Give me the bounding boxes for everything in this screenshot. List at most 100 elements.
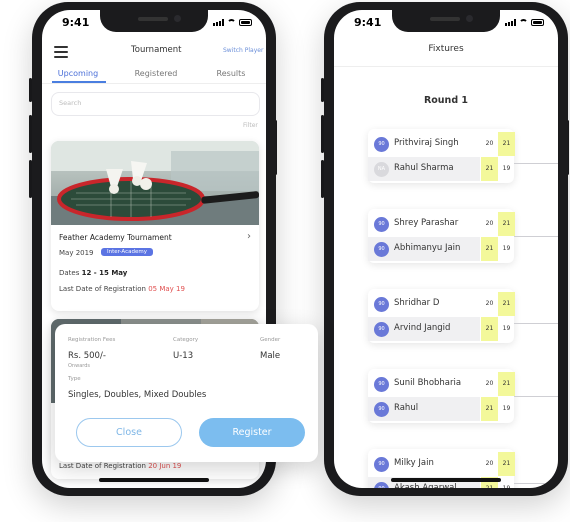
- match-card[interactable]: 90 Prithviraj Singh 20 21 NA Rahul Sharma 21 19: [368, 129, 515, 183]
- battery-icon: [239, 19, 252, 26]
- fees-value: Rs. 500/-: [68, 351, 106, 361]
- player-rank-badge: 90: [374, 217, 389, 232]
- category-badge: Inter-Academy: [101, 248, 153, 256]
- tab-divider: [42, 83, 266, 84]
- player-name: Rahul Sharma: [394, 163, 454, 173]
- player-rank-badge: 90: [374, 402, 389, 417]
- tab-registered[interactable]: Registered: [128, 69, 184, 78]
- status-icons-right: [505, 19, 544, 26]
- set-score: 19: [502, 405, 511, 412]
- set-score: 21: [481, 237, 498, 261]
- player-name: Rahul: [394, 403, 419, 413]
- filter-button[interactable]: Filter: [243, 122, 258, 129]
- bracket-connector: [514, 323, 558, 324]
- player-row: 90 Abhimanyu Jain: [368, 237, 480, 261]
- tournament-month: May 2019: [59, 249, 94, 257]
- last-date-label-2: Last Date of Registration: [59, 462, 146, 470]
- set-score: 21: [498, 212, 515, 236]
- set-score: 21: [481, 317, 498, 341]
- player-rank-badge: 90: [374, 137, 389, 152]
- set-score: 20: [485, 300, 494, 307]
- registration-popup: Registration Fees Rs. 500/- Onwards Cate…: [55, 324, 318, 462]
- type-label: Type: [68, 376, 81, 382]
- wifi-icon: [227, 19, 236, 26]
- switch-player-link[interactable]: Switch Player: [223, 47, 263, 54]
- player-row: NA Rahul Sharma: [368, 157, 480, 181]
- fixtures-title: Fixtures: [428, 44, 464, 54]
- tab-upcoming[interactable]: Upcoming: [50, 69, 106, 78]
- player-name: Sunil Bhobharia: [394, 378, 462, 388]
- gender-label: Gender: [260, 337, 281, 343]
- player-name: Shrey Parashar: [394, 218, 459, 228]
- player-rank-badge: NA: [374, 162, 389, 177]
- status-time: 9:41: [62, 16, 90, 29]
- player-row: 90 Milky Jain: [368, 452, 480, 476]
- set-score: 20: [485, 380, 494, 387]
- fees-sub: Onwards: [68, 363, 91, 369]
- player-name: Abhimanyu Jain: [394, 243, 461, 253]
- home-indicator: [99, 478, 209, 482]
- dates-value: 12 - 15 May: [81, 269, 128, 277]
- register-button[interactable]: Register: [199, 418, 305, 447]
- signal-icon: [213, 19, 224, 26]
- set-score: 20: [485, 460, 494, 467]
- chevron-right-icon[interactable]: ›: [247, 231, 251, 242]
- set-score: 20: [485, 220, 494, 227]
- set-score: 21: [498, 292, 515, 316]
- last-date-row: Last Date of Registration 05 May 19: [59, 285, 185, 293]
- set-score: 19: [502, 245, 511, 252]
- fees-label: Registration Fees: [68, 337, 116, 343]
- player-rank-badge: 90: [374, 482, 389, 488]
- dates-row: Dates 12 - 15 May: [59, 269, 127, 277]
- player-rank-badge: 90: [374, 297, 389, 312]
- tournament-photo: [51, 141, 259, 225]
- right-phone-screen: 9:41 Fixtures Round 1 90 Prithviraj Singh…: [334, 10, 558, 488]
- player-row: 90 Shrey Parashar: [368, 212, 480, 236]
- round-title: Round 1: [423, 95, 469, 106]
- match-card[interactable]: 90 Shridhar D 20 21 90 Arvind Jangid 21 19: [368, 289, 515, 343]
- header-divider: [334, 66, 558, 67]
- menu-icon[interactable]: [54, 46, 68, 61]
- match-card[interactable]: 90 Sunil Bhobharia 20 21 90 Rahul 21 19: [368, 369, 515, 423]
- set-score: 19: [502, 325, 511, 332]
- home-indicator-right: [391, 478, 501, 482]
- player-row: 90 Arvind Jangid: [368, 317, 480, 341]
- tournament-card[interactable]: Feather Academy Tournament › May 2019 In…: [51, 141, 259, 311]
- last-date-value: 05 May 19: [148, 285, 185, 293]
- last-date-row-2: Last Date of Registration 20 Jun 19: [59, 462, 181, 470]
- status-time-right: 9:41: [354, 16, 382, 29]
- status-icons: [213, 19, 252, 26]
- badminton-image: [51, 141, 259, 225]
- set-score: 21: [498, 132, 515, 156]
- player-row: 90 Shridhar D: [368, 292, 480, 316]
- player-row: 90 Sunil Bhobharia: [368, 372, 480, 396]
- match-card[interactable]: 90Milky Jain202190Akash Agarwal2119: [368, 449, 515, 488]
- search-input[interactable]: Search: [51, 92, 260, 116]
- player-rank-badge: 90: [374, 322, 389, 337]
- type-value: Singles, Doubles, Mixed Doubles: [68, 390, 207, 400]
- tab-results[interactable]: Results: [203, 69, 259, 78]
- set-score: 21: [498, 372, 515, 396]
- close-button[interactable]: Close: [76, 418, 182, 447]
- last-date-label: Last Date of Registration: [59, 285, 146, 293]
- battery-icon: [531, 19, 544, 26]
- last-date-value-2: 20 Jun 19: [148, 462, 182, 470]
- wifi-icon: [519, 19, 528, 26]
- player-rank-badge: 90: [374, 242, 389, 257]
- set-score: 19: [502, 165, 511, 172]
- match-card[interactable]: 90 Shrey Parashar 20 21 90 Abhimanyu Jain 21 19: [368, 209, 515, 263]
- notch-right: [392, 10, 500, 32]
- bracket-connector: [514, 163, 558, 164]
- category-value: U-13: [173, 351, 194, 361]
- player-name: Arvind Jangid: [394, 323, 451, 333]
- bracket-connector: [514, 236, 558, 237]
- player-row: 90 Prithviraj Singh: [368, 132, 480, 156]
- gender-value: Male: [260, 351, 281, 361]
- player-name: Shridhar D: [394, 298, 440, 308]
- player-name: Milky Jain: [394, 458, 434, 468]
- set-score: 20: [485, 140, 494, 147]
- search-placeholder: Search: [59, 99, 82, 107]
- signal-icon: [505, 19, 516, 26]
- player-rank-badge: 90: [374, 457, 389, 472]
- bracket-connector: [514, 483, 558, 484]
